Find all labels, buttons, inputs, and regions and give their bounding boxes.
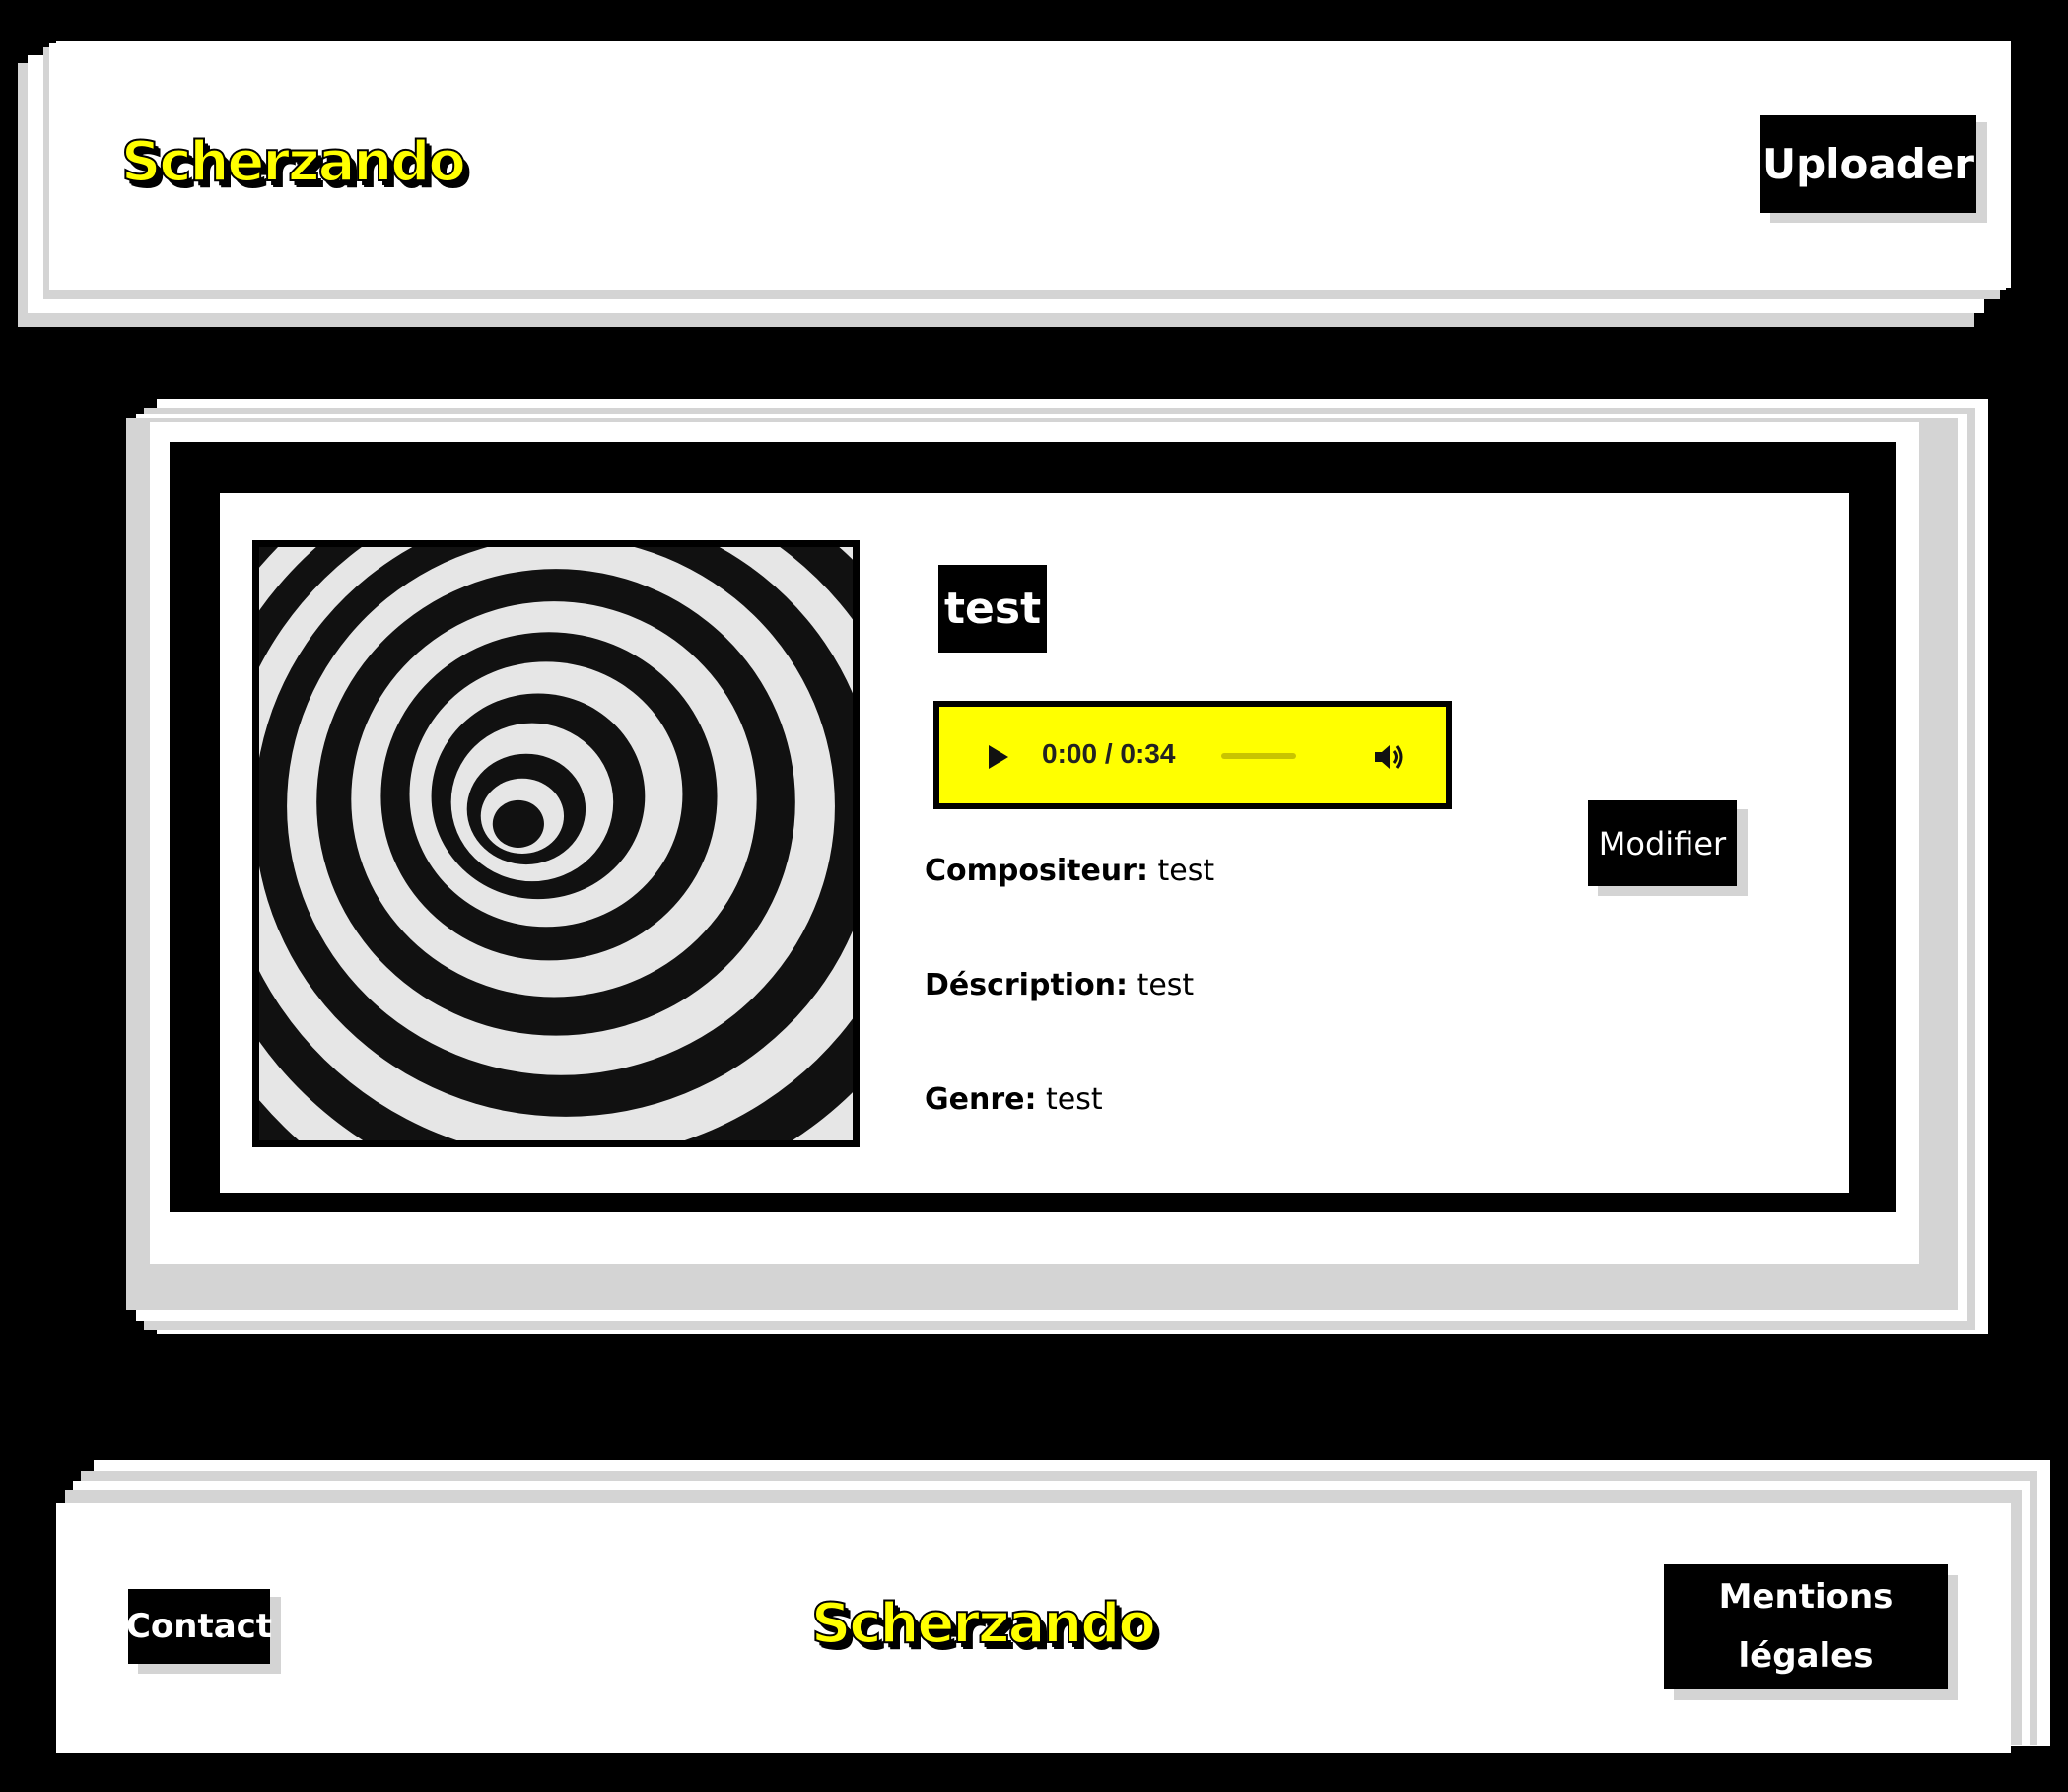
description-row: Déscription: test — [925, 968, 1194, 1002]
track-cover-image — [252, 540, 860, 1147]
edit-button[interactable]: Modifier — [1588, 800, 1737, 886]
composer-row: Compositeur: test — [925, 854, 1214, 888]
composer-label: Compositeur: — [925, 854, 1148, 888]
description-value: test — [1137, 968, 1195, 1002]
upload-button[interactable]: Uploader — [1760, 115, 1976, 213]
header-logo[interactable]: Scherzando — [120, 129, 467, 195]
genre-row: Genre: test — [925, 1082, 1103, 1117]
genre-label: Genre: — [925, 1082, 1037, 1117]
audio-time-display: 0:00 / 0:34 — [1042, 738, 1176, 769]
site-header: Scherzando — [56, 41, 2011, 288]
audio-seek-bar[interactable] — [1221, 753, 1296, 759]
description-label: Déscription: — [925, 968, 1129, 1002]
contact-button[interactable]: Contact — [126, 1589, 272, 1664]
audio-player: 0:00 / 0:34 — [933, 701, 1452, 809]
legal-mentions-line-2: légales — [1738, 1636, 1874, 1676]
legal-mentions-button[interactable]: Mentions légales — [1664, 1564, 1948, 1689]
audio-player-controls: 0:00 / 0:34 — [939, 707, 1446, 803]
legal-mentions-line-1: Mentions — [1718, 1577, 1894, 1617]
play-icon[interactable] — [983, 742, 1012, 772]
genre-value: test — [1046, 1082, 1103, 1117]
track-title: test — [938, 565, 1048, 653]
volume-icon[interactable] — [1372, 741, 1406, 773]
composer-value: test — [1157, 854, 1215, 888]
spiral-cover-art — [259, 547, 853, 1140]
footer-logo[interactable]: Scherzando — [810, 1591, 1157, 1657]
